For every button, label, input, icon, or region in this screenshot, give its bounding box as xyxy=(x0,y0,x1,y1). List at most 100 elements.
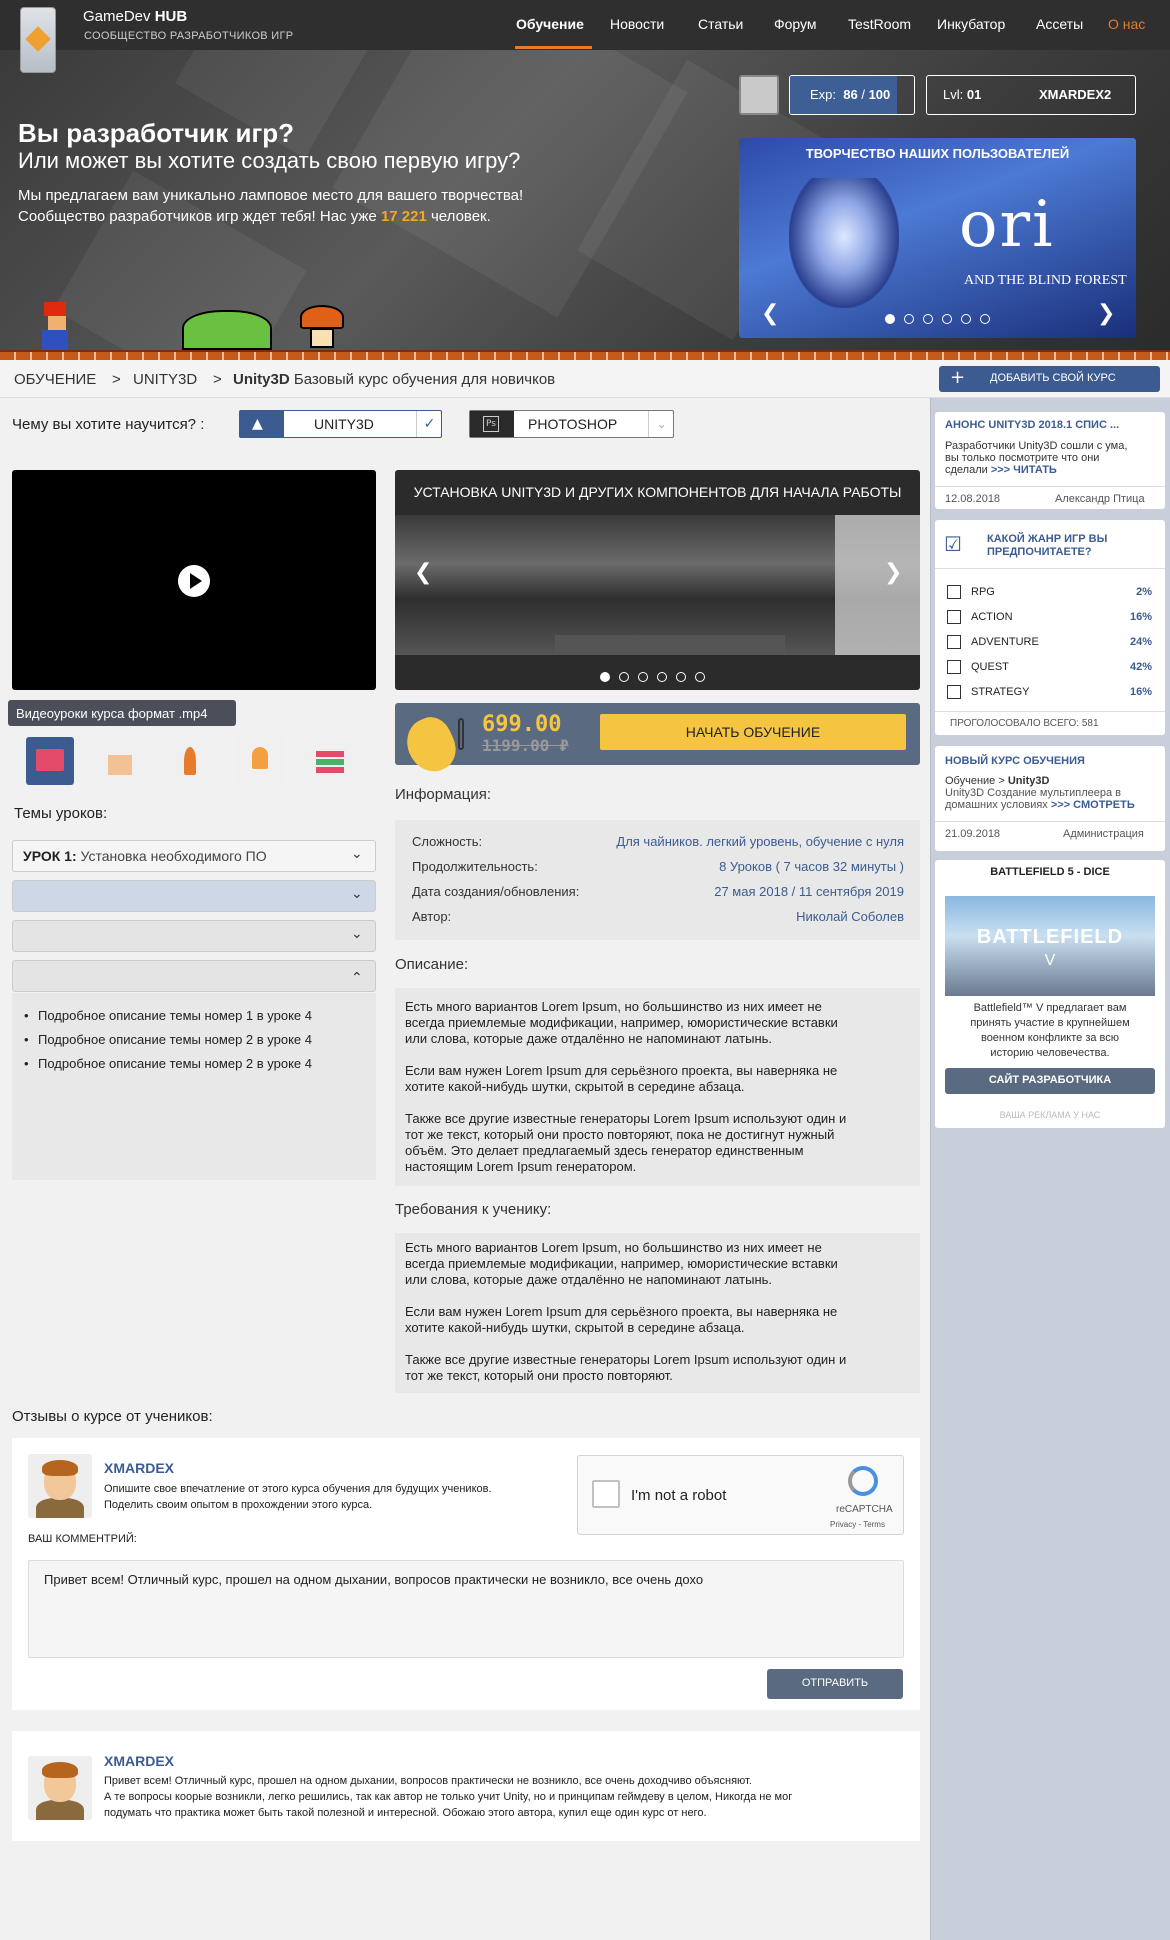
review-line-2: А те вопросы коорые возникли, легко реши… xyxy=(104,1791,793,1803)
video-format-icon[interactable] xyxy=(26,737,74,785)
news-author: Александр Птица xyxy=(1055,493,1145,505)
news-text-1: Разработчики Unity3D сошли с ума, xyxy=(945,440,1128,452)
poll-option-percent: 16% xyxy=(1129,686,1152,698)
breadcrumb-unity[interactable]: UNITY3D xyxy=(133,371,197,388)
poll-option-percent: 16% xyxy=(1129,611,1152,623)
review-author[interactable]: XMARDEX xyxy=(104,1753,174,1769)
chevron-down-icon: ⌄ xyxy=(648,411,674,437)
course-slider-next-icon[interactable]: ❯ xyxy=(884,560,902,585)
requirements-line: тот же текст, который они просто повторя… xyxy=(405,1368,673,1383)
new-course-link[interactable]: >>> СМОТРЕТЬ xyxy=(1051,799,1135,811)
poll-option-label: ACTION xyxy=(971,611,1013,623)
breadcrumb-learning[interactable]: ОБУЧЕНИЕ xyxy=(14,371,96,388)
ad-image-text: BATTLEFIELD xyxy=(976,926,1124,948)
rocket-icon[interactable] xyxy=(166,737,214,785)
poll-checkbox[interactable] xyxy=(947,585,961,599)
course-slider-dot[interactable] xyxy=(638,672,648,682)
photoshop-select[interactable]: Ps PHOTOSHOP ⌄ xyxy=(469,410,674,438)
username: XMARDEX2 xyxy=(1039,87,1112,102)
new-course-title[interactable]: НОВЫЙ КУРС ОБУЧЕНИЯ xyxy=(945,755,1085,767)
course-slider-prev-icon[interactable]: ❮ xyxy=(414,560,432,585)
level-label: Lvl: 01 xyxy=(943,87,982,102)
description-label: Описание: xyxy=(395,956,469,973)
description-line: хотите какой-нибудь шутки, скрытой в сер… xyxy=(405,1079,745,1094)
slider-next-icon[interactable]: ❯ xyxy=(1097,301,1115,326)
user-avatar[interactable] xyxy=(739,75,779,115)
divider xyxy=(935,486,1165,487)
unity-logo-icon: ▲ xyxy=(240,411,284,437)
requirements-line: или слова, которые даже отдалённо не нап… xyxy=(405,1272,773,1287)
recaptcha-checkbox[interactable] xyxy=(592,1480,620,1508)
description-line: всегда приемлемые модификации, например,… xyxy=(405,1015,838,1030)
slider-dot[interactable] xyxy=(942,314,952,324)
form-hint-1: Опишите свое впечатление от этого курса … xyxy=(104,1483,492,1495)
ad-image-sub: V xyxy=(1044,952,1056,969)
ad-image[interactable]: BATTLEFIELD V xyxy=(945,896,1155,996)
topic-accordion-4[interactable]: ⌃ xyxy=(12,960,376,992)
requirements-line: Также все другие известные генераторы Lo… xyxy=(405,1352,847,1367)
slider-dot[interactable] xyxy=(961,314,971,324)
course-slider-dot[interactable] xyxy=(676,672,686,682)
requirements-line: хотите какой-нибудь шутки, скрытой в сер… xyxy=(405,1320,745,1335)
info-value-duration: 8 Уроков ( 7 часов 32 минуты ) xyxy=(719,859,904,874)
topic-accordion-2[interactable]: ⌄ xyxy=(12,880,376,912)
course-slider-dot[interactable] xyxy=(657,672,667,682)
nav-forum[interactable]: Форум xyxy=(774,16,817,32)
start-learning-label: НАЧАТЬ ОБУЧЕНИЕ xyxy=(685,724,821,740)
hero-title: Вы разработчик игр? xyxy=(18,118,295,148)
topic-bullet: • xyxy=(24,1032,29,1047)
nav-about[interactable]: О нас xyxy=(1108,16,1145,32)
requirements-line: всегда приемлемые модификации, например,… xyxy=(405,1256,838,1271)
poll-option-label: ADVENTURE xyxy=(971,636,1039,648)
nav-news[interactable]: Новости xyxy=(610,16,664,32)
box-icon[interactable] xyxy=(96,737,144,785)
brand-name[interactable]: GameDev HUB xyxy=(83,8,187,25)
unity-select[interactable]: ▲ UNITY3D ✓ xyxy=(239,410,442,438)
divider xyxy=(935,711,1165,712)
new-course-text-1: Unity3D Создание мультиплеера в xyxy=(945,787,1122,799)
topic-accordion-1[interactable]: УРОК 1: Установка необходимого ПО ⌄ xyxy=(12,840,376,872)
description-line: настоящим Lorem Ipsum генератором. xyxy=(405,1159,637,1174)
slider-dot[interactable] xyxy=(923,314,933,324)
nav-incubator[interactable]: Инкубатор xyxy=(937,16,1005,32)
poll-checkbox[interactable] xyxy=(947,685,961,699)
course-slider-dot[interactable] xyxy=(600,672,610,682)
poll-check-icon: ☑ xyxy=(944,532,962,556)
poll-title-1: КАКОЙ ЖАНР ИГР ВЫ xyxy=(987,533,1108,545)
ad-footer-link[interactable]: ВАША РЕКЛАМА У НАС xyxy=(935,1110,1165,1120)
slider-dot[interactable] xyxy=(980,314,990,324)
poll-title-2: ПРЕДПОЧИТАЕТЕ? xyxy=(987,546,1092,558)
news-date: 12.08.2018 xyxy=(945,493,1001,505)
plus-icon: + xyxy=(950,367,966,388)
poll-option-percent: 2% xyxy=(1136,586,1152,598)
ad-text-line: историю человечества. xyxy=(990,1047,1110,1059)
coin-icon xyxy=(458,718,464,750)
topic-accordion-3[interactable]: ⌄ xyxy=(12,920,376,952)
course-slider-dot[interactable] xyxy=(619,672,629,682)
poll-checkbox[interactable] xyxy=(947,635,961,649)
new-course-text-2: домашних условиях >>> СМОТРЕТЬ xyxy=(945,799,1135,811)
nav-testroom[interactable]: TestRoom xyxy=(848,16,911,32)
slider-prev-icon[interactable]: ❮ xyxy=(761,301,779,326)
slider-dots xyxy=(885,314,990,324)
slider-dot[interactable] xyxy=(885,314,895,324)
info-value-author[interactable]: Николай Соболев xyxy=(796,909,904,924)
nav-articles[interactable]: Статьи xyxy=(698,16,743,32)
poll-checkbox[interactable] xyxy=(947,610,961,624)
level-box[interactable]: Lvl: 01 XMARDEX2 xyxy=(926,75,1136,115)
requirements-label: Требования к ученику: xyxy=(395,1201,552,1218)
poll-checkbox[interactable] xyxy=(947,660,961,674)
course-slider-dot[interactable] xyxy=(695,672,705,682)
chevron-down-icon: ⌄ xyxy=(351,846,363,862)
user-works-slider[interactable]: ТВОРЧЕСТВО НАШИХ ПОЛЬЗОВАТЕЛЕЙ ori AND T… xyxy=(739,138,1136,338)
books-icon[interactable] xyxy=(306,737,354,785)
news-read-link[interactable]: >>> ЧИТАТЬ xyxy=(991,464,1057,476)
ice-cream-icon[interactable] xyxy=(236,737,284,785)
slider-dot[interactable] xyxy=(904,314,914,324)
play-icon[interactable] xyxy=(178,565,210,597)
nav-assets[interactable]: Ассеты xyxy=(1036,16,1083,32)
mushroom-sprite xyxy=(300,305,344,329)
recaptcha-links[interactable]: Privacy - Terms xyxy=(830,1520,885,1529)
nav-learning[interactable]: Обучение xyxy=(516,16,584,32)
news-title[interactable]: АНОНС UNITY3D 2018.1 СПИС ... xyxy=(945,419,1119,431)
